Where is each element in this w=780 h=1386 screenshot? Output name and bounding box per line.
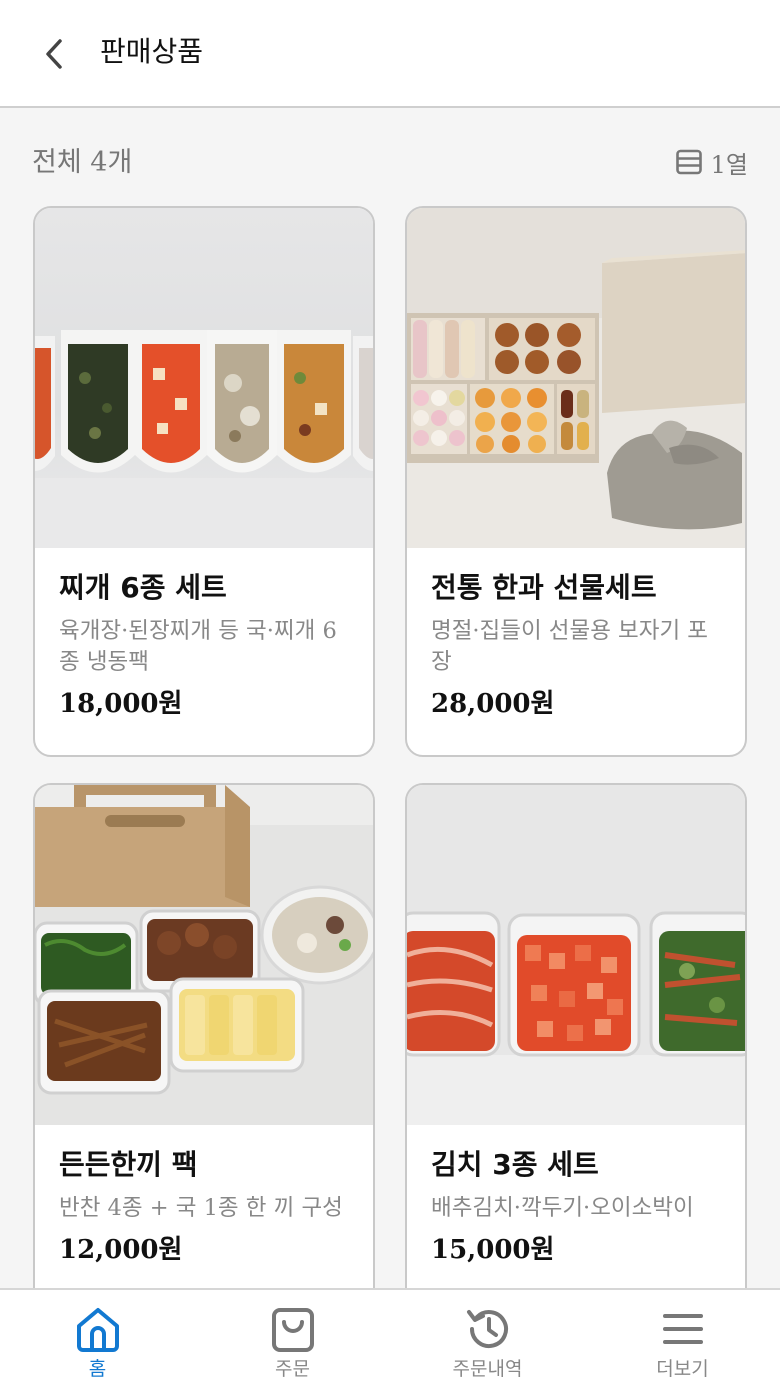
product-price: 12,000원 <box>59 1235 183 1265</box>
product-card[interactable]: 김치 3종 세트 배추김치·깍두기·오이소박이 15,000원 <box>405 783 747 1334</box>
shopping-bag-icon <box>271 1308 314 1352</box>
product-description: 배추김치·깍두기·오이소박이 <box>431 1195 694 1221</box>
view-toggle-button[interactable]: 1열 <box>675 144 748 180</box>
product-info: 든든한끼 팩 반찬 4종 + 국 1종 한 끼 구성 12,000원 <box>59 1145 353 1268</box>
tab-label: 더보기 <box>656 1358 709 1380</box>
product-image-kimchi-jars <box>407 785 745 1125</box>
product-image-banchan-containers <box>35 785 373 1125</box>
menu-icon <box>662 1314 703 1344</box>
product-title: 전통 한과 선물세트 <box>431 571 657 604</box>
list-summary: 전체 4개 1열 <box>0 130 780 190</box>
tab-home[interactable]: 홈 <box>0 1290 195 1386</box>
product-info: 김치 3종 세트 배추김치·깍두기·오이소박이 15,000원 <box>431 1145 725 1268</box>
product-image-soup-pouches <box>35 208 373 548</box>
view-toggle-label: 1열 <box>710 150 748 179</box>
list-view-icon <box>675 149 702 175</box>
product-description: 명절·집들이 선물용 보자기 포장 <box>431 618 709 675</box>
chevron-left-icon <box>46 39 62 69</box>
product-grid: 찌개 6종 세트 육개장·된장찌개 등 국·찌개 6종 냉동팩 18,000원 <box>33 206 747 1334</box>
product-description: 육개장·된장찌개 등 국·찌개 6종 냉동팩 <box>59 618 337 675</box>
product-title: 찌개 6종 세트 <box>59 571 227 604</box>
product-card[interactable]: 든든한끼 팩 반찬 4종 + 국 1종 한 끼 구성 12,000원 <box>33 783 375 1334</box>
product-card[interactable]: 찌개 6종 세트 육개장·된장찌개 등 국·찌개 6종 냉동팩 18,000원 <box>33 206 375 757</box>
home-icon <box>76 1308 119 1352</box>
product-info: 전통 한과 선물세트 명절·집들이 선물용 보자기 포장 28,000원 <box>431 568 725 722</box>
product-price: 28,000원 <box>431 689 555 719</box>
product-title: 김치 3종 세트 <box>431 1148 599 1181</box>
tab-more[interactable]: 더보기 <box>585 1290 780 1386</box>
tab-label: 주문내역 <box>452 1358 523 1380</box>
app-header: 판매상품 <box>0 0 780 108</box>
history-icon <box>466 1310 508 1349</box>
tab-label: 주문 <box>275 1358 310 1380</box>
product-title: 든든한끼 팩 <box>59 1148 198 1181</box>
product-info: 찌개 6종 세트 육개장·된장찌개 등 국·찌개 6종 냉동팩 18,000원 <box>59 568 353 722</box>
product-price: 15,000원 <box>431 1235 555 1265</box>
product-description: 반찬 4종 + 국 1종 한 끼 구성 <box>59 1195 343 1221</box>
page-title: 판매상품 <box>100 35 204 68</box>
bottom-tab-bar: 홈 주문 주문내역 더보기 <box>0 1288 780 1386</box>
product-price: 18,000원 <box>59 689 183 719</box>
product-card[interactable]: 전통 한과 선물세트 명절·집들이 선물용 보자기 포장 28,000원 <box>405 206 747 757</box>
product-count-label: 전체 4개 <box>32 147 133 178</box>
product-image-hangwa-box <box>407 208 745 548</box>
tab-order[interactable]: 주문 <box>195 1290 390 1386</box>
tab-label: 홈 <box>88 1358 107 1380</box>
tab-order-history[interactable]: 주문내역 <box>390 1290 585 1386</box>
back-button[interactable] <box>30 30 78 78</box>
